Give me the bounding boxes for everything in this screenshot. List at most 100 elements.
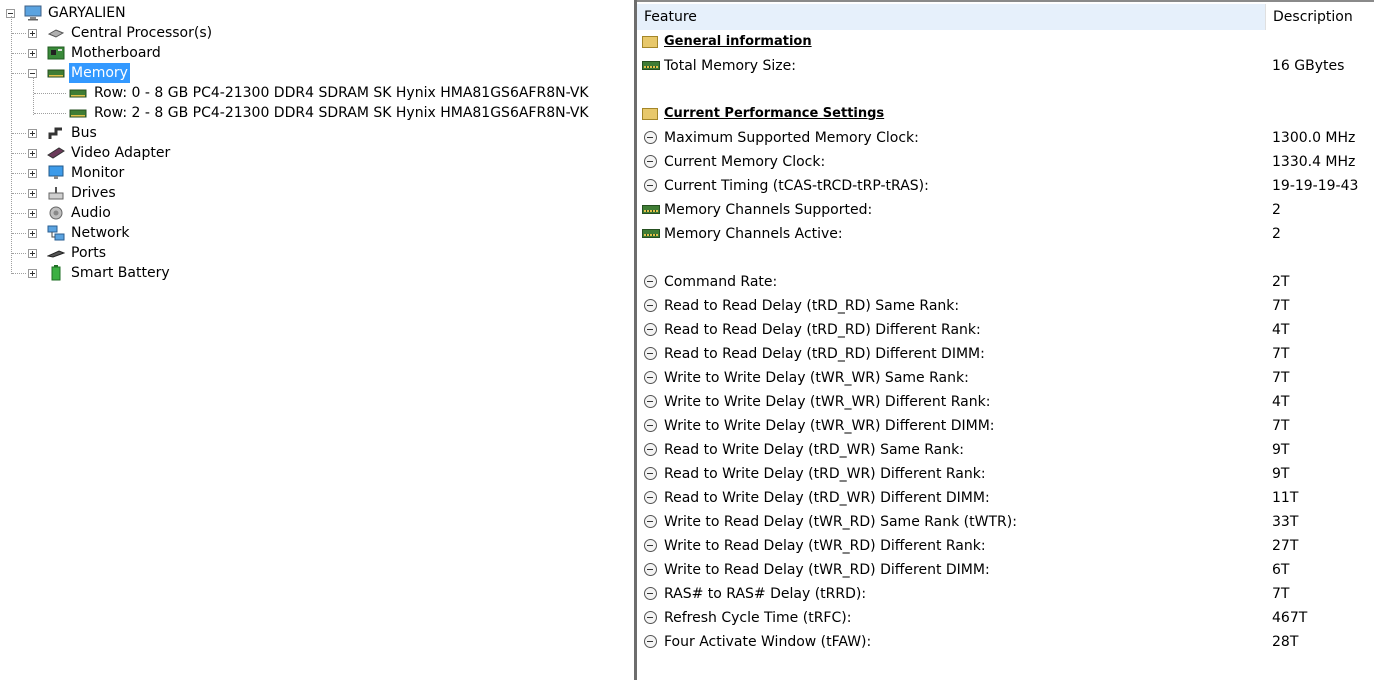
feature-value: 11T <box>1272 490 1299 506</box>
feature-value: 7T <box>1272 298 1290 314</box>
expand-toggle-icon[interactable] <box>28 229 37 238</box>
expand-toggle-icon[interactable] <box>28 209 37 218</box>
tree-item-audio[interactable]: Audio <box>0 203 620 223</box>
tree-item-memory[interactable]: Memory <box>0 63 620 83</box>
tree-item-drives[interactable]: Drives <box>0 183 620 203</box>
clock-icon <box>642 322 660 338</box>
feature-row[interactable]: Current Timing (tCAS-tRCD-tRP-tRAS): 19-1… <box>637 174 1374 198</box>
expand-toggle-icon[interactable] <box>28 189 37 198</box>
tree-item-label: Motherboard <box>71 45 161 61</box>
feature-name: Current Timing (tCAS-tRCD-tRP-tRAS): <box>664 178 929 194</box>
feature-name: Total Memory Size: <box>664 58 796 74</box>
feature-name: Read to Write Delay (tRD_WR) Different D… <box>664 490 990 506</box>
feature-name: Refresh Cycle Time (tRFC): <box>664 610 852 626</box>
tree-item-label: Audio <box>71 205 111 221</box>
feature-row[interactable]: Write to Write Delay (tWR_WR) Different … <box>637 390 1374 414</box>
clock-icon <box>642 370 660 386</box>
feature-row[interactable]: Read to Read Delay (tRD_RD) Same Rank: 7T <box>637 294 1374 318</box>
feature-name: Read to Read Delay (tRD_RD) Different DI… <box>664 346 985 362</box>
tree-item-bus[interactable]: Bus <box>0 123 620 143</box>
clock-icon <box>642 154 660 170</box>
feature-value: 1330.4 MHz <box>1272 154 1356 170</box>
feature-value: 1300.0 MHz <box>1272 130 1356 146</box>
tree-item-motherboard[interactable]: Motherboard <box>0 43 620 63</box>
tree-item-network[interactable]: Network <box>0 223 620 243</box>
feature-name: Read to Read Delay (tRD_RD) Same Rank: <box>664 298 960 314</box>
tree-item-label: Bus <box>71 125 97 141</box>
feature-row[interactable]: Read to Write Delay (tRD_WR) Different R… <box>637 462 1374 486</box>
feature-value: 9T <box>1272 466 1290 482</box>
monitor-icon <box>47 165 65 181</box>
tree-item-central-processor-s[interactable]: Central Processor(s) <box>0 23 620 43</box>
feature-row[interactable]: Memory Channels Supported: 2 <box>637 198 1374 222</box>
expand-toggle-icon[interactable] <box>28 149 37 158</box>
feature-row[interactable]: Write to Read Delay (tWR_RD) Different R… <box>637 534 1374 558</box>
description-column-header[interactable]: Description <box>1265 4 1374 30</box>
feature-row[interactable]: Refresh Cycle Time (tRFC): 467T <box>637 606 1374 630</box>
feature-row[interactable]: Memory Channels Active: 2 <box>637 222 1374 246</box>
feature-name: Read to Write Delay (tRD_WR) Different R… <box>664 466 986 482</box>
feature-value: 7T <box>1272 346 1290 362</box>
clock-icon <box>642 418 660 434</box>
feature-name: General information <box>664 34 812 49</box>
clock-icon <box>642 514 660 530</box>
feature-row[interactable]: Current Memory Clock: 1330.4 MHz <box>637 150 1374 174</box>
expand-toggle-icon[interactable] <box>28 269 37 278</box>
clock-icon <box>642 610 660 626</box>
clock-icon <box>642 466 660 482</box>
tree-subitem-memory-row[interactable]: Row: 2 - 8 GB PC4-21300 DDR4 SDRAM SK Hy… <box>0 103 620 123</box>
tree-item-smart-battery[interactable]: Smart Battery <box>0 263 620 283</box>
feature-name: Write to Read Delay (tWR_RD) Different D… <box>664 562 990 578</box>
feature-row[interactable]: Read to Write Delay (tRD_WR) Different D… <box>637 486 1374 510</box>
feature-row[interactable]: Write to Write Delay (tWR_WR) Same Rank:… <box>637 366 1374 390</box>
clock-icon <box>642 298 660 314</box>
section-header-row[interactable]: Current Performance Settings <box>637 102 1374 126</box>
expand-toggle-icon[interactable] <box>28 249 37 258</box>
blank-row <box>637 78 1374 102</box>
feature-row[interactable]: Read to Write Delay (tRD_WR) Same Rank: 9… <box>637 438 1374 462</box>
feature-value: 4T <box>1272 322 1290 338</box>
expand-toggle-icon[interactable] <box>28 49 37 58</box>
feature-value: 27T <box>1272 538 1299 554</box>
clock-icon <box>642 274 660 290</box>
details-list[interactable]: Feature Description General information T… <box>637 2 1374 680</box>
cpu-icon <box>47 25 65 41</box>
feature-row[interactable]: Total Memory Size: 16 GBytes <box>637 54 1374 78</box>
feature-row[interactable]: Read to Read Delay (tRD_RD) Different DI… <box>637 342 1374 366</box>
tree-item-video-adapter[interactable]: Video Adapter <box>0 143 620 163</box>
feature-column-header[interactable]: Feature <box>637 4 1265 30</box>
section-header-row[interactable]: General information <box>637 30 1374 54</box>
device-tree[interactable]: GARYALIEN Central Processor(s) Motherboard… <box>0 0 634 680</box>
clock-icon <box>642 130 660 146</box>
feature-row[interactable]: Four Activate Window (tFAW): 28T <box>637 630 1374 654</box>
tree-branch-line <box>34 113 66 114</box>
expand-toggle-icon[interactable] <box>28 169 37 178</box>
feature-name: Current Performance Settings <box>664 106 885 121</box>
expand-toggle-icon[interactable] <box>28 29 37 38</box>
tree-item-label: Central Processor(s) <box>71 25 213 41</box>
feature-row[interactable]: Write to Read Delay (tWR_RD) Different D… <box>637 558 1374 582</box>
tree-branch-line <box>12 33 26 34</box>
tree-subitem-memory-row[interactable]: Row: 0 - 8 GB PC4-21300 DDR4 SDRAM SK Hy… <box>0 83 620 103</box>
feature-row[interactable]: Read to Read Delay (tRD_RD) Different Ra… <box>637 318 1374 342</box>
tree-root-label: GARYALIEN <box>48 5 126 21</box>
feature-value: 2T <box>1272 274 1290 290</box>
feature-row[interactable]: Maximum Supported Memory Clock: 1300.0 MH… <box>637 126 1374 150</box>
feature-row[interactable]: Command Rate: 2T <box>637 270 1374 294</box>
tree-item-label: Smart Battery <box>71 265 170 281</box>
network-icon <box>47 225 65 241</box>
tree-branch-line <box>12 133 26 134</box>
tree-item-monitor[interactable]: Monitor <box>0 163 620 183</box>
feature-row[interactable]: Write to Read Delay (tWR_RD) Same Rank (… <box>637 510 1374 534</box>
tree-branch-line <box>12 273 26 274</box>
feature-row[interactable]: RAS# to RAS# Delay (tRRD): 7T <box>637 582 1374 606</box>
feature-row[interactable]: Write to Write Delay (tWR_WR) Different … <box>637 414 1374 438</box>
clock-icon <box>642 538 660 554</box>
feature-name: Write to Write Delay (tWR_WR) Different … <box>664 394 991 410</box>
expand-toggle-icon[interactable] <box>28 129 37 138</box>
feature-name: Command Rate: <box>664 274 778 290</box>
tree-branch-line <box>34 93 66 94</box>
tree-root-computer[interactable]: GARYALIEN <box>0 3 300 23</box>
tree-item-ports[interactable]: Ports <box>0 243 620 263</box>
tree-item-label: Memory <box>69 63 130 83</box>
